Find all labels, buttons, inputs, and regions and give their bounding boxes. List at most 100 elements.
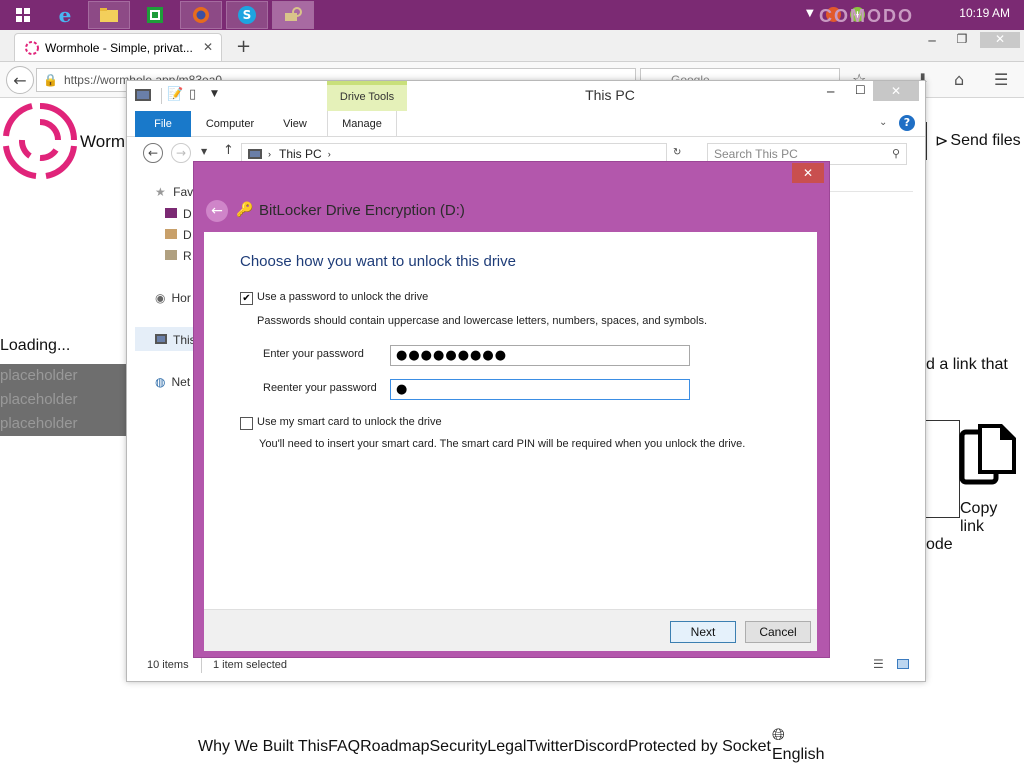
footer-link[interactable]: Security — [430, 738, 488, 756]
explorer-search-placeholder: Search This PC — [714, 147, 798, 161]
checkmark-icon: ✔ — [242, 292, 251, 304]
use-password-label[interactable]: Use a password to unlock the drive — [257, 291, 428, 303]
reenter-password-field[interactable]: ● — [390, 379, 690, 400]
expand-ribbon-icon[interactable]: ⌄ — [879, 117, 887, 128]
enter-password-label: Enter your password — [263, 348, 364, 360]
titlebar-divider — [161, 88, 162, 104]
explorer-maximize-button[interactable]: ☐ — [855, 83, 866, 97]
explorer-ribbon: File Computer View Manage ⌄ ? — [127, 111, 925, 137]
ribbon-tab-file[interactable]: File — [135, 111, 191, 137]
link-field[interactable] — [926, 420, 960, 518]
nav-homegroup-label: Hor — [171, 291, 191, 305]
back-button[interactable]: ← — [6, 66, 34, 94]
network-icon: ◍ — [155, 375, 166, 389]
up-arrow-icon[interactable]: ↑ — [223, 143, 234, 158]
ribbon-tab-computer[interactable]: Computer — [195, 111, 265, 137]
ribbon-tab-manage[interactable]: Manage — [327, 111, 397, 137]
cancel-button[interactable]: Cancel — [745, 621, 811, 643]
placeholder-line: placeholder — [0, 415, 78, 432]
nav-network[interactable]: ◍ Net — [155, 375, 190, 389]
downloads-icon — [165, 229, 177, 239]
help-icon[interactable]: ? — [899, 115, 915, 131]
nav-this-pc[interactable]: This — [155, 333, 196, 347]
explorer-close-button[interactable]: ✕ — [873, 81, 919, 101]
language-globe-icon[interactable]: 🌐︎ — [772, 727, 785, 745]
send-files-button[interactable]: ⊳ Send files — [926, 122, 1024, 160]
placeholder-line: placeholder — [0, 391, 78, 408]
browser-minimize-button[interactable]: ─ — [916, 34, 948, 48]
dialog-back-button[interactable]: ← — [206, 200, 228, 222]
nav-network-label: Net — [171, 375, 191, 389]
ribbon-tab-view[interactable]: View — [269, 111, 321, 137]
footer-link[interactable]: Legal — [487, 738, 526, 756]
start-button[interactable] — [2, 1, 44, 29]
search-icon: ⚲ — [891, 148, 900, 160]
breadcrumb-this-pc[interactable]: This PC — [279, 147, 322, 161]
language-label[interactable]: English — [772, 746, 824, 764]
explorer-forward-button[interactable]: → — [171, 143, 191, 163]
quick-access-dropdown-icon[interactable]: ▼ — [211, 89, 218, 99]
explorer-back-button[interactable]: ← — [143, 143, 163, 163]
placeholder-block: placeholder placeholder placeholder — [0, 364, 126, 436]
nav-homegroup[interactable]: ◉ Hor — [155, 291, 191, 305]
footer-link[interactable]: Protected by Socket — [628, 738, 771, 756]
close-tab-icon[interactable]: ✕ — [203, 40, 213, 54]
dialog-heading: Choose how you want to unlock this drive — [240, 253, 516, 270]
footer-link[interactable]: Roadmap — [360, 738, 429, 756]
breadcrumb-chevron-icon: › — [268, 149, 271, 159]
dialog-close-button[interactable]: ✕ — [792, 163, 824, 183]
this-pc-icon — [135, 89, 151, 101]
new-tab-button[interactable]: + — [236, 36, 251, 57]
address-pc-icon — [248, 149, 262, 159]
refresh-icon[interactable]: ↻ — [673, 147, 681, 158]
firefox-icon — [193, 7, 209, 23]
taskbar-file-explorer-button[interactable] — [88, 1, 130, 29]
home-icon[interactable]: ⌂ — [954, 70, 964, 89]
taskbar-bitlocker-button[interactable] — [272, 1, 314, 29]
footer-link[interactable]: FAQ — [328, 738, 360, 756]
tray-expand-icon[interactable]: ▼ — [806, 8, 814, 19]
taskbar-firefox-button[interactable] — [180, 1, 222, 29]
footer-link[interactable]: Discord — [574, 738, 628, 756]
copy-icon — [959, 424, 1016, 485]
nav-favorites[interactable]: ★ Fav — [155, 185, 193, 199]
spreadsheet-icon — [147, 7, 163, 23]
taskbar-clock[interactable]: 10:19 AM — [959, 6, 1010, 20]
properties-icon[interactable]: 📝 — [167, 87, 183, 102]
comodo-watermark: COMODO — [819, 6, 914, 26]
taskbar-spreadsheet-button[interactable] — [134, 1, 176, 29]
browser-close-button[interactable]: ✕ — [980, 32, 1020, 48]
taskbar-ie-button[interactable]: e — [44, 1, 86, 29]
browser-tab[interactable]: Wormhole - Simple, privat... ✕ — [14, 33, 222, 61]
smart-card-label[interactable]: Use my smart card to unlock the drive — [257, 416, 442, 428]
status-selected: 1 item selected — [213, 659, 287, 671]
dialog-body: Choose how you want to unlock this drive… — [204, 232, 817, 609]
smart-card-checkbox[interactable] — [240, 417, 253, 430]
status-item-count: 10 items — [147, 659, 189, 671]
next-button[interactable]: Next — [670, 621, 736, 643]
nav-fav-item[interactable]: D — [165, 228, 192, 242]
skype-icon: S — [238, 6, 256, 24]
nav-fav-item[interactable]: R — [165, 249, 192, 263]
wormhole-logo[interactable] — [0, 100, 80, 182]
enter-password-field[interactable]: ●●●●●●●●● — [390, 345, 690, 366]
nav-fav-item[interactable]: D — [165, 207, 192, 221]
taskbar-skype-button[interactable]: S — [226, 1, 268, 29]
copy-link-button[interactable] — [958, 420, 1024, 500]
drive-tools-label: Drive Tools — [339, 91, 395, 103]
menu-icon[interactable]: ☰ — [994, 70, 1008, 89]
nav-fav-item-label: R — [183, 249, 192, 263]
dialog-footer: Next Cancel — [204, 609, 817, 651]
recent-locations-icon[interactable]: ▼ — [201, 147, 207, 156]
explorer-title: This PC — [585, 87, 635, 103]
star-icon: ★ — [155, 185, 166, 199]
wormhole-logo-icon — [3, 103, 77, 179]
large-icons-view-icon[interactable] — [897, 659, 909, 669]
use-password-checkbox[interactable]: ✔ — [240, 292, 253, 305]
browser-maximize-button[interactable]: ❐ — [948, 32, 976, 46]
new-folder-icon[interactable]: ▯ — [189, 87, 196, 102]
explorer-minimize-button[interactable]: ─ — [827, 85, 834, 99]
details-view-icon[interactable]: ☰ — [873, 657, 884, 671]
footer-link[interactable]: Twitter — [526, 738, 573, 756]
footer-link[interactable]: Why We Built This — [198, 738, 328, 756]
